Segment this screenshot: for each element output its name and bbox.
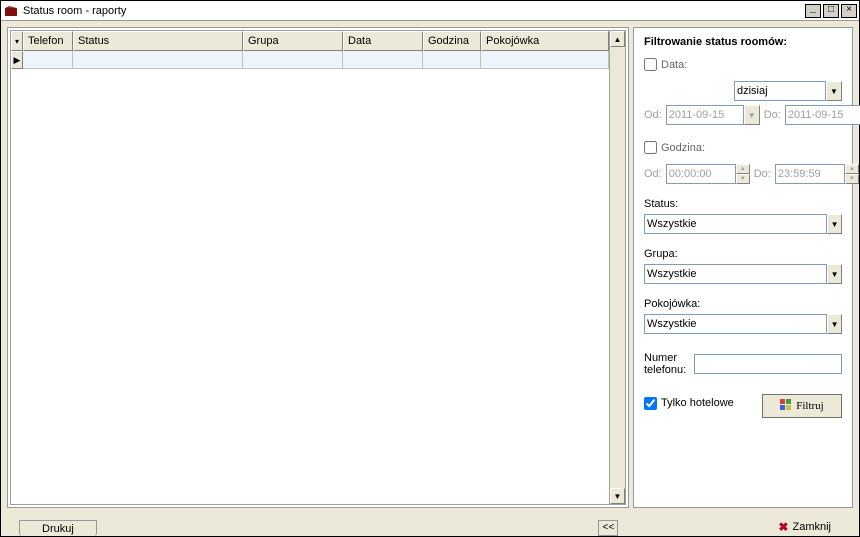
filter-panel: Filtrowanie status roomów: Data: ▼ Od: ▼…: [633, 27, 853, 508]
hotel-checkbox-input[interactable]: [644, 397, 657, 410]
date-from-input[interactable]: ▼: [666, 105, 760, 125]
minimize-button[interactable]: _: [805, 4, 821, 18]
status-select[interactable]: ▼: [644, 214, 842, 234]
filter-button-label: Filtruj: [796, 400, 824, 412]
print-button[interactable]: Drukuj: [19, 520, 97, 536]
cell[interactable]: [23, 51, 73, 69]
collapse-button[interactable]: <<: [598, 520, 618, 536]
time-to-input[interactable]: ▲▼: [775, 164, 859, 184]
filter-icon: [780, 399, 792, 414]
time-from-input[interactable]: ▲▼: [666, 164, 750, 184]
data-preset-select[interactable]: ▼: [734, 81, 842, 101]
hotel-checkbox-label: Tylko hotelowe: [661, 397, 734, 409]
cell[interactable]: [73, 51, 243, 69]
grupa-label: Grupa:: [644, 248, 842, 260]
close-icon: ✖: [778, 520, 788, 534]
od-date-label: Od:: [644, 109, 662, 121]
do-date-label: Do:: [764, 109, 781, 121]
pokojowka-label: Pokojówka:: [644, 298, 842, 310]
filter-heading: Filtrowanie status roomów:: [644, 36, 842, 48]
col-pokojowka[interactable]: Pokojówka: [481, 31, 609, 51]
maximize-button[interactable]: □: [823, 4, 839, 18]
scroll-track[interactable]: [610, 47, 625, 488]
godzina-checkbox[interactable]: Godzina:: [644, 141, 705, 154]
close-footer-button[interactable]: ✖ Zamknij: [758, 518, 851, 536]
status-label: Status:: [644, 198, 842, 210]
grid-scrollbar[interactable]: ▲ ▼: [609, 31, 625, 504]
godzina-checkbox-input[interactable]: [644, 141, 657, 154]
close-button[interactable]: ×: [841, 4, 857, 18]
phone-input[interactable]: [694, 354, 842, 374]
scroll-down-icon[interactable]: ▼: [610, 488, 625, 504]
do-time-label: Do:: [754, 168, 771, 180]
chevron-down-icon[interactable]: ▼: [744, 105, 760, 125]
footer: Drukuj << ✖ Zamknij: [1, 514, 859, 536]
cell[interactable]: [343, 51, 423, 69]
grid-panel: Telefon Status Grupa Data Godzina Pokojó…: [7, 27, 629, 508]
od-time-label: Od:: [644, 168, 662, 180]
grid-row[interactable]: ▶: [11, 51, 609, 69]
cell[interactable]: [423, 51, 481, 69]
grupa-select[interactable]: ▼: [644, 264, 842, 284]
spinner-icon[interactable]: ▲▼: [736, 164, 750, 184]
grid-corner[interactable]: [11, 31, 23, 51]
col-status[interactable]: Status: [73, 31, 243, 51]
chevron-down-icon[interactable]: ▼: [827, 314, 842, 334]
cell[interactable]: [481, 51, 609, 69]
grid-header: Telefon Status Grupa Data Godzina Pokojó…: [11, 31, 609, 51]
chevron-down-icon[interactable]: ▼: [827, 264, 842, 284]
data-grid[interactable]: Telefon Status Grupa Data Godzina Pokojó…: [10, 30, 626, 505]
app-icon: [3, 3, 19, 19]
date-to-input[interactable]: ▼: [785, 105, 860, 125]
filter-button[interactable]: Filtruj: [762, 394, 842, 418]
window: Status room - raporty _ □ × Telefon Stat…: [0, 0, 860, 537]
chevron-down-icon[interactable]: ▼: [827, 214, 842, 234]
col-grupa[interactable]: Grupa: [243, 31, 343, 51]
titlebar: Status room - raporty _ □ ×: [1, 1, 859, 21]
pokojowka-select[interactable]: ▼: [644, 314, 842, 334]
data-checkbox-label: Data:: [661, 59, 687, 71]
data-checkbox[interactable]: Data:: [644, 58, 687, 71]
col-godzina[interactable]: Godzina: [423, 31, 481, 51]
col-data[interactable]: Data: [343, 31, 423, 51]
window-title: Status room - raporty: [23, 5, 803, 17]
data-checkbox-input[interactable]: [644, 58, 657, 71]
data-preset-value[interactable]: [734, 81, 826, 101]
cell[interactable]: [243, 51, 343, 69]
scroll-up-icon[interactable]: ▲: [610, 31, 625, 47]
content: Telefon Status Grupa Data Godzina Pokojó…: [1, 21, 859, 514]
row-indicator-icon: ▶: [11, 51, 23, 69]
spinner-icon[interactable]: ▲▼: [845, 164, 859, 184]
chevron-down-icon[interactable]: ▼: [826, 81, 842, 101]
phone-label: Numer telefonu:: [644, 352, 688, 376]
godzina-checkbox-label: Godzina:: [661, 142, 705, 154]
col-telefon[interactable]: Telefon: [23, 31, 73, 51]
hotel-checkbox[interactable]: Tylko hotelowe: [644, 397, 734, 410]
